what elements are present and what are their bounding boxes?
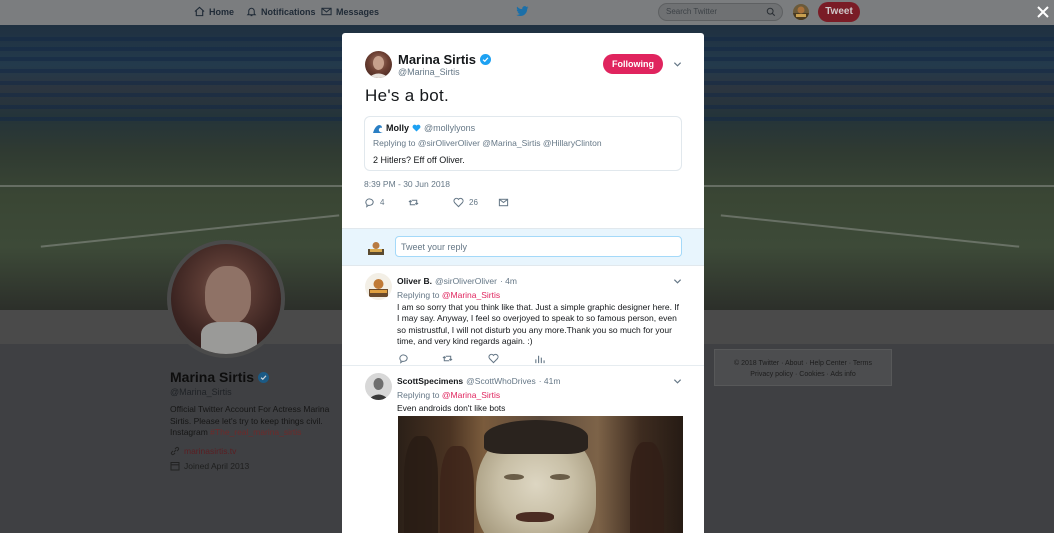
quoted-tweet-header: Molly @mollylyons bbox=[373, 123, 673, 133]
chevron-down-icon[interactable] bbox=[673, 60, 682, 69]
tweet-author-name[interactable]: Marina Sirtis bbox=[398, 52, 476, 67]
reply-text: I am so sorry that you think like that. … bbox=[397, 302, 680, 347]
reply-tweet[interactable]: Oliver B. @sirOliverOliver · 4m Replying… bbox=[342, 266, 704, 366]
reply-mention[interactable]: @Marina_Sirtis bbox=[442, 390, 500, 400]
search-placeholder: Search Twitter bbox=[666, 7, 717, 16]
quoted-tweet-text: 2 Hitlers? Eff off Oliver. bbox=[373, 155, 465, 165]
nav-home[interactable]: Home bbox=[194, 6, 234, 17]
profile-handle[interactable]: @Marina_Sirtis bbox=[170, 387, 335, 397]
reply-header: ScottSpecimens @ScottWhoDrives · 41m bbox=[397, 376, 560, 386]
profile-website-row: marinasirtis.tv bbox=[170, 446, 335, 456]
site-footer: © 2018 Twitter · About · Help Center · T… bbox=[714, 349, 892, 386]
retweet-icon[interactable] bbox=[442, 353, 453, 364]
tweet-author-avatar[interactable] bbox=[365, 51, 392, 78]
retweet-action[interactable] bbox=[408, 197, 453, 208]
reply-time[interactable]: · 4m bbox=[500, 276, 517, 286]
reply-author-name[interactable]: ScottSpecimens bbox=[397, 376, 463, 386]
retweet-icon bbox=[408, 199, 419, 206]
home-icon bbox=[194, 6, 205, 17]
reply-author-avatar[interactable] bbox=[365, 273, 392, 300]
reply-gif-media[interactable] bbox=[398, 416, 683, 533]
reply-composer-bar: Tweet your reply bbox=[342, 228, 704, 266]
quoted-tweet[interactable]: Molly @mollylyons Replying to @sirOliver… bbox=[364, 116, 682, 171]
tweet-timestamp[interactable]: 8:39 PM - 30 Jun 2018 bbox=[364, 179, 450, 189]
envelope-icon bbox=[498, 198, 509, 207]
reply-header: Oliver B. @sirOliverOliver · 4m bbox=[397, 276, 517, 286]
profile-avatar[interactable] bbox=[167, 240, 285, 358]
twitter-bird-icon[interactable] bbox=[516, 6, 529, 17]
analytics-icon[interactable] bbox=[534, 353, 545, 364]
profile-name-row: Marina Sirtis bbox=[170, 369, 335, 385]
reply-time[interactable]: · 41m bbox=[539, 376, 561, 386]
tweet-author-handle[interactable]: @Marina_Sirtis bbox=[398, 67, 460, 77]
like-count: 26 bbox=[469, 198, 478, 207]
top-navigation-bar: Home Notifications Messages Search Twitt… bbox=[0, 0, 1054, 25]
composer-user-avatar bbox=[368, 242, 384, 255]
profile-bio: Official Twitter Account For Actress Mar… bbox=[170, 404, 335, 439]
reply-input[interactable]: Tweet your reply bbox=[395, 236, 682, 257]
heart-icon bbox=[453, 197, 464, 208]
replying-to-label: Replying to bbox=[373, 138, 416, 148]
envelope-icon bbox=[321, 7, 332, 16]
reply-replying-to: Replying to @Marina_Sirtis bbox=[397, 390, 500, 400]
profile-hashtag-link[interactable]: #The_real_marina_sirtis bbox=[210, 427, 301, 437]
quoted-replying-to: Replying to @sirOliverOliver @Marina_Sir… bbox=[373, 138, 673, 148]
footer-links-line-2[interactable]: Privacy policy · Cookies · Ads info bbox=[719, 369, 887, 380]
compose-tweet-button[interactable]: Tweet bbox=[818, 2, 860, 22]
reply-count: 4 bbox=[380, 198, 385, 207]
link-icon bbox=[170, 446, 180, 455]
reply-mention[interactable]: @Marina_Sirtis bbox=[442, 290, 500, 300]
chevron-down-icon[interactable] bbox=[673, 377, 682, 386]
tweet-action-bar: 4 26 bbox=[364, 197, 509, 208]
profile-sidebar: Marina Sirtis @Marina_Sirtis Official Tw… bbox=[170, 369, 335, 471]
nav-messages[interactable]: Messages bbox=[321, 6, 379, 17]
close-icon[interactable] bbox=[1036, 5, 1050, 19]
bell-icon bbox=[246, 7, 257, 17]
profile-joined-date: Joined April 2013 bbox=[184, 460, 250, 471]
profile-joined-row: Joined April 2013 bbox=[170, 461, 335, 471]
reply-text: Even androids don't like bots bbox=[397, 403, 506, 413]
footer-links-line-1[interactable]: © 2018 Twitter · About · Help Center · T… bbox=[719, 358, 887, 369]
replying-to-label: Replying to bbox=[397, 290, 440, 300]
like-action[interactable]: 26 bbox=[453, 197, 498, 208]
wave-emoji-icon bbox=[373, 124, 383, 133]
following-button[interactable]: Following bbox=[603, 54, 663, 74]
reply-icon[interactable] bbox=[398, 353, 409, 364]
current-user-avatar[interactable] bbox=[793, 4, 809, 20]
heart-icon[interactable] bbox=[488, 353, 499, 364]
search-input[interactable]: Search Twitter bbox=[658, 3, 783, 21]
tweet-author-name-row: Marina Sirtis bbox=[398, 52, 492, 67]
search-icon[interactable] bbox=[766, 7, 776, 17]
quoted-author-name[interactable]: Molly bbox=[386, 123, 409, 133]
nav-notifications[interactable]: Notifications bbox=[246, 6, 316, 17]
tweet-text: He's a bot. bbox=[365, 86, 450, 105]
quoted-author-handle[interactable]: @mollylyons bbox=[424, 123, 475, 133]
profile-website-link[interactable]: marinasirtis.tv bbox=[184, 446, 236, 456]
chevron-down-icon[interactable] bbox=[673, 277, 682, 286]
verified-badge-icon bbox=[258, 371, 270, 383]
reply-replying-to: Replying to @Marina_Sirtis bbox=[397, 290, 500, 300]
profile-name[interactable]: Marina Sirtis bbox=[170, 369, 254, 385]
nav-messages-label: Messages bbox=[336, 6, 380, 17]
direct-message-action[interactable] bbox=[498, 197, 509, 208]
reply-action[interactable]: 4 bbox=[364, 197, 408, 208]
nav-notifications-label: Notifications bbox=[261, 6, 316, 17]
reply-icon bbox=[365, 198, 374, 208]
nav-home-label: Home bbox=[209, 6, 235, 17]
tweet-permalink-modal: Marina Sirtis @Marina_Sirtis Following H… bbox=[342, 33, 704, 533]
blue-heart-icon bbox=[412, 124, 421, 132]
verified-badge-icon bbox=[480, 54, 492, 65]
replying-to-label: Replying to bbox=[397, 390, 440, 400]
reply-author-name[interactable]: Oliver B. bbox=[397, 276, 432, 286]
calendar-icon bbox=[170, 461, 180, 470]
reply-author-handle[interactable]: @sirOliverOliver bbox=[435, 276, 497, 286]
quoted-replying-mentions[interactable]: @sirOliverOliver @Marina_Sirtis @Hillary… bbox=[418, 138, 602, 148]
reply-author-handle[interactable]: @ScottWhoDrives bbox=[466, 376, 536, 386]
reply-author-avatar[interactable] bbox=[365, 373, 392, 400]
reply-action-bar bbox=[398, 353, 545, 364]
